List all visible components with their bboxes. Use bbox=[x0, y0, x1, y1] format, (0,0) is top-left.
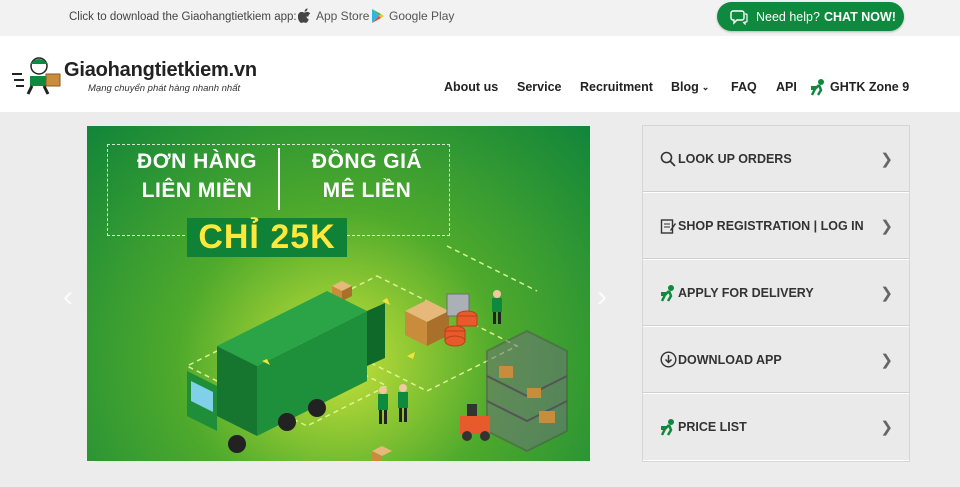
shop-registration-item[interactable]: SHOP REGISTRATION | LOG IN ❯ bbox=[643, 193, 909, 259]
nav-blog[interactable]: Blog ⌄ bbox=[671, 80, 709, 94]
site-header: Giaohangtietkiem.vn Mạng chuyển phát hàn… bbox=[0, 36, 960, 112]
courier-logo-icon[interactable] bbox=[12, 52, 66, 96]
nav-blog-label: Blog bbox=[671, 80, 699, 94]
quick-actions-panel: LOOK UP ORDERS ❯ SHOP REGISTRATION | LOG… bbox=[642, 125, 910, 462]
top-bar: Click to download the Giaohangtietkiem a… bbox=[0, 0, 960, 36]
register-icon bbox=[658, 216, 678, 236]
chevron-right-icon: ❯ bbox=[880, 151, 893, 168]
nav-service[interactable]: Service bbox=[517, 80, 561, 94]
chevron-right-icon: ❯ bbox=[880, 285, 893, 302]
chevron-right-icon: ❯ bbox=[880, 218, 893, 235]
google-play-icon bbox=[372, 9, 384, 23]
google-play-link[interactable]: Google Play bbox=[371, 8, 454, 24]
nav-api[interactable]: API bbox=[776, 80, 797, 94]
apply-for-delivery-label: APPLY FOR DELIVERY bbox=[678, 285, 814, 300]
promo-banner[interactable]: ĐƠN HÀNG LIÊN MIỀN ĐỒNG GIÁ MÊ LIỀN CHỈ … bbox=[87, 126, 590, 461]
download-app-label: DOWNLOAD APP bbox=[678, 352, 782, 367]
carousel-prev-icon[interactable]: ‹ bbox=[63, 280, 73, 314]
delivery-illustration bbox=[185, 245, 568, 461]
download-icon bbox=[658, 350, 678, 370]
apply-for-delivery-item[interactable]: APPLY FOR DELIVERY ❯ bbox=[643, 260, 909, 326]
brand-name[interactable]: Giaohangtietkiem.vn bbox=[64, 59, 257, 82]
nav-recruitment[interactable]: Recruitment bbox=[580, 80, 653, 94]
help-text: Need help? bbox=[756, 9, 820, 24]
shop-registration-label: SHOP REGISTRATION | LOG IN bbox=[678, 218, 864, 233]
chevron-down-icon: ⌄ bbox=[701, 81, 710, 92]
nav-ghtk-zone-label: GHTK Zone 9 bbox=[830, 80, 910, 94]
app-store-link[interactable]: App Store bbox=[298, 8, 369, 24]
chevron-right-icon: ❯ bbox=[880, 352, 893, 369]
download-app-text: Click to download the Giaohangtietkiem a… bbox=[69, 11, 297, 23]
nav-about[interactable]: About us bbox=[444, 80, 498, 94]
courier-icon bbox=[658, 283, 678, 303]
price-list-label: PRICE LIST bbox=[678, 420, 747, 434]
chat-now-label: CHAT NOW! bbox=[823, 9, 896, 24]
look-up-orders-item[interactable]: LOOK UP ORDERS ❯ bbox=[643, 126, 909, 192]
app-store-label: App Store bbox=[316, 9, 370, 23]
download-app-item[interactable]: DOWNLOAD APP ❯ bbox=[643, 327, 909, 393]
chat-bubble-icon bbox=[730, 9, 748, 25]
google-play-label: Google Play bbox=[389, 9, 455, 23]
courier-icon bbox=[810, 79, 824, 96]
price-list-item[interactable]: PRICE LIST ❯ bbox=[643, 394, 909, 460]
look-up-orders-label: LOOK UP ORDERS bbox=[678, 151, 792, 166]
carousel-next-icon[interactable]: › bbox=[597, 280, 607, 314]
search-icon bbox=[658, 149, 678, 169]
chat-now-button[interactable]: Need help? CHAT NOW! bbox=[717, 2, 904, 31]
brand-tagline: Mạng chuyển phát hàng nhanh nhất bbox=[88, 83, 241, 94]
nav-ghtk-zone[interactable]: GHTK Zone 9 bbox=[809, 78, 909, 96]
courier-icon bbox=[658, 417, 678, 437]
nav-faq[interactable]: FAQ bbox=[731, 80, 757, 94]
chevron-right-icon: ❯ bbox=[880, 419, 893, 436]
apple-icon bbox=[298, 8, 311, 23]
